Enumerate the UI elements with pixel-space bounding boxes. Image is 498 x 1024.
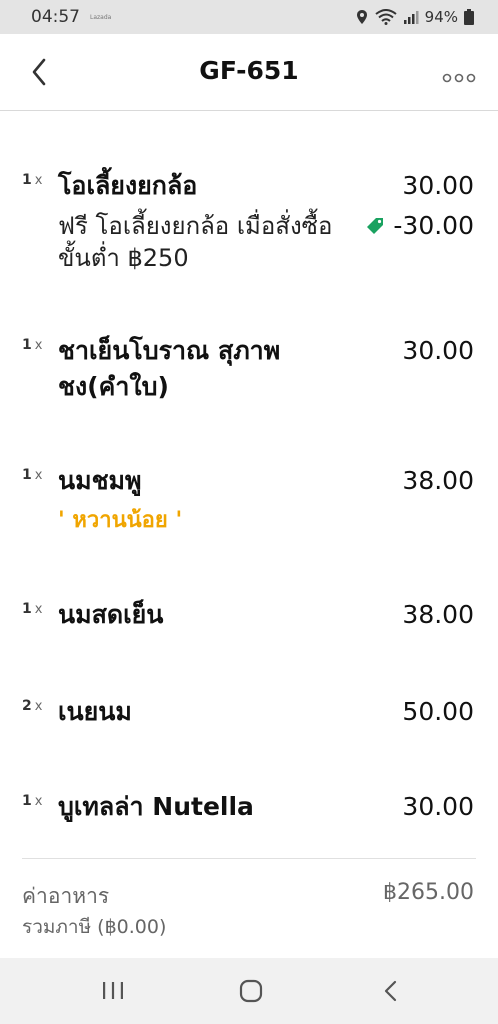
- home-button[interactable]: [236, 978, 266, 1004]
- item-quantity-value: 1: [22, 337, 33, 353]
- more-dots-icon: [442, 73, 476, 83]
- page-title: GF-651: [199, 56, 299, 85]
- item-price: 30.00: [402, 336, 474, 365]
- promo-amount: -30.00: [393, 211, 474, 240]
- app-bar: GF-651: [0, 34, 498, 111]
- item-quantity-value: 1: [22, 793, 33, 809]
- item-name: โอเลี้ยงยกล้อ: [58, 171, 198, 200]
- status-bar: 04:57 Lazada 94%: [0, 0, 498, 34]
- item-name: เนยนม: [58, 697, 132, 726]
- times-sign: x: [34, 794, 44, 809]
- item-name: บูเทลล่า Nutella: [58, 792, 254, 821]
- item-name: นมชมพู: [58, 466, 142, 495]
- back-icon: [384, 980, 397, 1002]
- promo-text: ฟรี โอเลี้ยงยกล้อ เมื่อสั่งซื้อขั้นต่ำ ฿…: [58, 212, 333, 272]
- status-brand: Lazada: [90, 13, 112, 21]
- wifi-icon: [375, 9, 397, 25]
- system-back-button[interactable]: [376, 978, 406, 1004]
- status-right: 94%: [355, 8, 474, 26]
- food-cost-value: ฿265.00: [383, 880, 474, 905]
- signal-icon: [403, 11, 419, 24]
- item-quantity: 1x: [22, 467, 43, 483]
- tax-included-label: รวมภาษี (฿0.00): [22, 916, 167, 938]
- item-quantity-value: 1: [22, 172, 33, 188]
- item-quantity: 1x: [22, 793, 43, 809]
- times-sign: x: [34, 699, 44, 714]
- item-price: 30.00: [402, 792, 474, 821]
- tag-icon: [367, 218, 384, 234]
- home-icon: [239, 979, 263, 1003]
- times-sign: x: [34, 338, 44, 353]
- item-price: 30.00: [402, 171, 474, 200]
- item-name: นมสดเย็น: [58, 600, 164, 629]
- item-note: ' หวานน้อย ': [58, 508, 183, 533]
- battery-icon: [464, 9, 474, 25]
- item-quantity: 1x: [22, 601, 43, 617]
- status-left: 04:57 Lazada: [31, 7, 111, 27]
- item-price: 38.00: [402, 600, 474, 629]
- more-button[interactable]: [442, 68, 476, 83]
- summary-divider: [22, 858, 476, 859]
- item-quantity-value: 2: [22, 698, 33, 714]
- recent-apps-button[interactable]: [98, 978, 128, 1004]
- item-price: 38.00: [402, 466, 474, 495]
- item-quantity: 1x: [22, 172, 43, 188]
- food-cost-label: ค่าอาหาร: [22, 884, 110, 908]
- status-time: 04:57: [31, 7, 80, 27]
- times-sign: x: [34, 602, 44, 617]
- item-quantity-value: 1: [22, 601, 33, 617]
- item-quantity-value: 1: [22, 467, 33, 483]
- promo-discount: -30.00: [365, 210, 474, 242]
- system-nav-bar: [0, 958, 498, 1024]
- location-icon: [356, 10, 367, 24]
- recent-apps-icon: [103, 982, 123, 999]
- item-quantity: 1x: [22, 337, 43, 353]
- times-sign: x: [34, 173, 44, 188]
- item-name: ชาเย็นโบราณ สุภาพ ชง(คำใบ): [58, 336, 281, 401]
- battery-percent: 94%: [424, 8, 458, 26]
- times-sign: x: [34, 468, 44, 483]
- item-price: 50.00: [402, 697, 474, 726]
- item-quantity: 2x: [22, 698, 43, 714]
